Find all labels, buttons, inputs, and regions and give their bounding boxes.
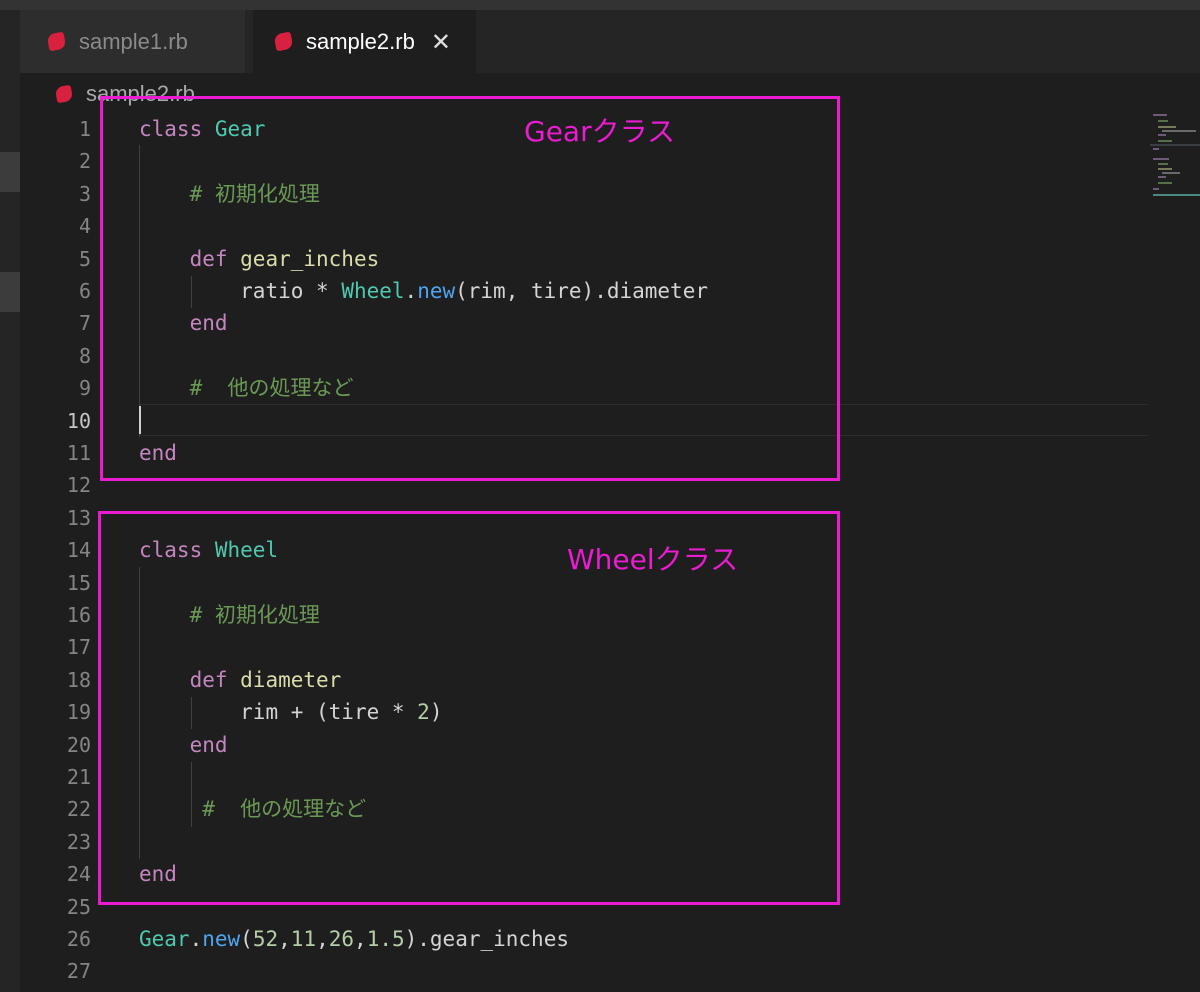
line-number: 27 — [66, 959, 91, 984]
code-line[interactable]: 27 — [0, 955, 1150, 987]
code-token: 1.5 — [366, 927, 405, 951]
code-line[interactable]: 26 Gear.new(52,11,26,1.5).gear_inches — [0, 923, 1150, 955]
code-token: Gear — [139, 927, 190, 951]
line-number: 16 — [66, 603, 91, 627]
minimap-line — [1158, 134, 1166, 136]
line-number: 13 — [66, 505, 91, 530]
line-number: 6 — [78, 279, 91, 303]
tab-label: sample2.rb — [306, 28, 415, 54]
line-number: 8 — [78, 343, 91, 368]
tab-bar: sample1.rb sample2.rb ✕ — [20, 10, 1200, 73]
code-token: 52 — [252, 927, 279, 951]
minimap-line — [1158, 182, 1172, 184]
line-number: 15 — [66, 570, 91, 595]
line-number: 12 — [66, 473, 91, 498]
code-token: 11 — [290, 927, 317, 951]
code-token: , — [278, 927, 291, 951]
ruby-icon — [46, 31, 67, 52]
annotation-label-gear: Gearクラス — [524, 115, 676, 148]
line-number: 25 — [66, 894, 91, 919]
tab-label: sample1.rb — [79, 28, 188, 54]
line-number: 21 — [66, 765, 91, 789]
minimap-line — [1153, 148, 1159, 150]
minimap-line — [1162, 172, 1180, 174]
code-token: , — [316, 927, 329, 951]
line-number: 2 — [78, 149, 91, 174]
line-number: 14 — [66, 538, 91, 563]
ruby-icon — [54, 84, 74, 104]
line-number: 19 — [66, 700, 91, 725]
code-token: ( — [240, 927, 253, 951]
line-number: 3 — [78, 181, 91, 206]
close-icon[interactable]: ✕ — [431, 30, 451, 54]
minimap-line — [1158, 163, 1168, 165]
minimap-line — [1158, 126, 1176, 128]
minimap-line — [1153, 188, 1159, 190]
minimap-line — [1158, 120, 1168, 122]
line-number: 20 — [66, 732, 91, 757]
line-number: 23 — [66, 829, 91, 854]
minimap-line — [1158, 176, 1166, 178]
minimap-line — [1158, 140, 1172, 142]
code-token: ).gear_inches — [404, 927, 569, 951]
line-number: 26 — [66, 927, 91, 951]
minimap-line — [1153, 194, 1200, 196]
ruby-icon — [273, 31, 294, 52]
line-number: 10 — [66, 408, 91, 433]
line-number: 4 — [78, 214, 91, 239]
minimap-line — [1158, 168, 1172, 170]
code-token: . — [189, 927, 203, 951]
tab-sample2[interactable]: sample2.rb ✕ — [253, 10, 476, 73]
minimap-line — [1150, 144, 1200, 146]
code-token: 26 — [328, 927, 355, 951]
line-number: 18 — [66, 667, 91, 692]
code-token: , — [354, 927, 367, 951]
code-token: new — [202, 927, 241, 951]
annotation-box-gear — [100, 96, 840, 481]
line-number: 9 — [78, 376, 91, 401]
line-number: 7 — [78, 311, 91, 336]
annotation-label-wheel: Wheelクラス — [567, 543, 739, 576]
title-bar — [0, 0, 1200, 10]
line-number: 24 — [66, 862, 91, 887]
line-number: 17 — [66, 635, 91, 660]
line-number: 1 — [78, 117, 91, 141]
minimap[interactable] — [1150, 108, 1200, 198]
code-text[interactable]: Gear.new(52,11,26,1.5).gear_inches — [139, 923, 569, 955]
minimap-line — [1153, 158, 1169, 160]
minimap-line — [1162, 130, 1196, 132]
line-number: 22 — [66, 797, 91, 822]
tab-sample1[interactable]: sample1.rb — [20, 10, 245, 73]
line-number: 11 — [66, 441, 91, 465]
minimap-line — [1153, 114, 1167, 116]
line-number: 5 — [78, 246, 91, 271]
